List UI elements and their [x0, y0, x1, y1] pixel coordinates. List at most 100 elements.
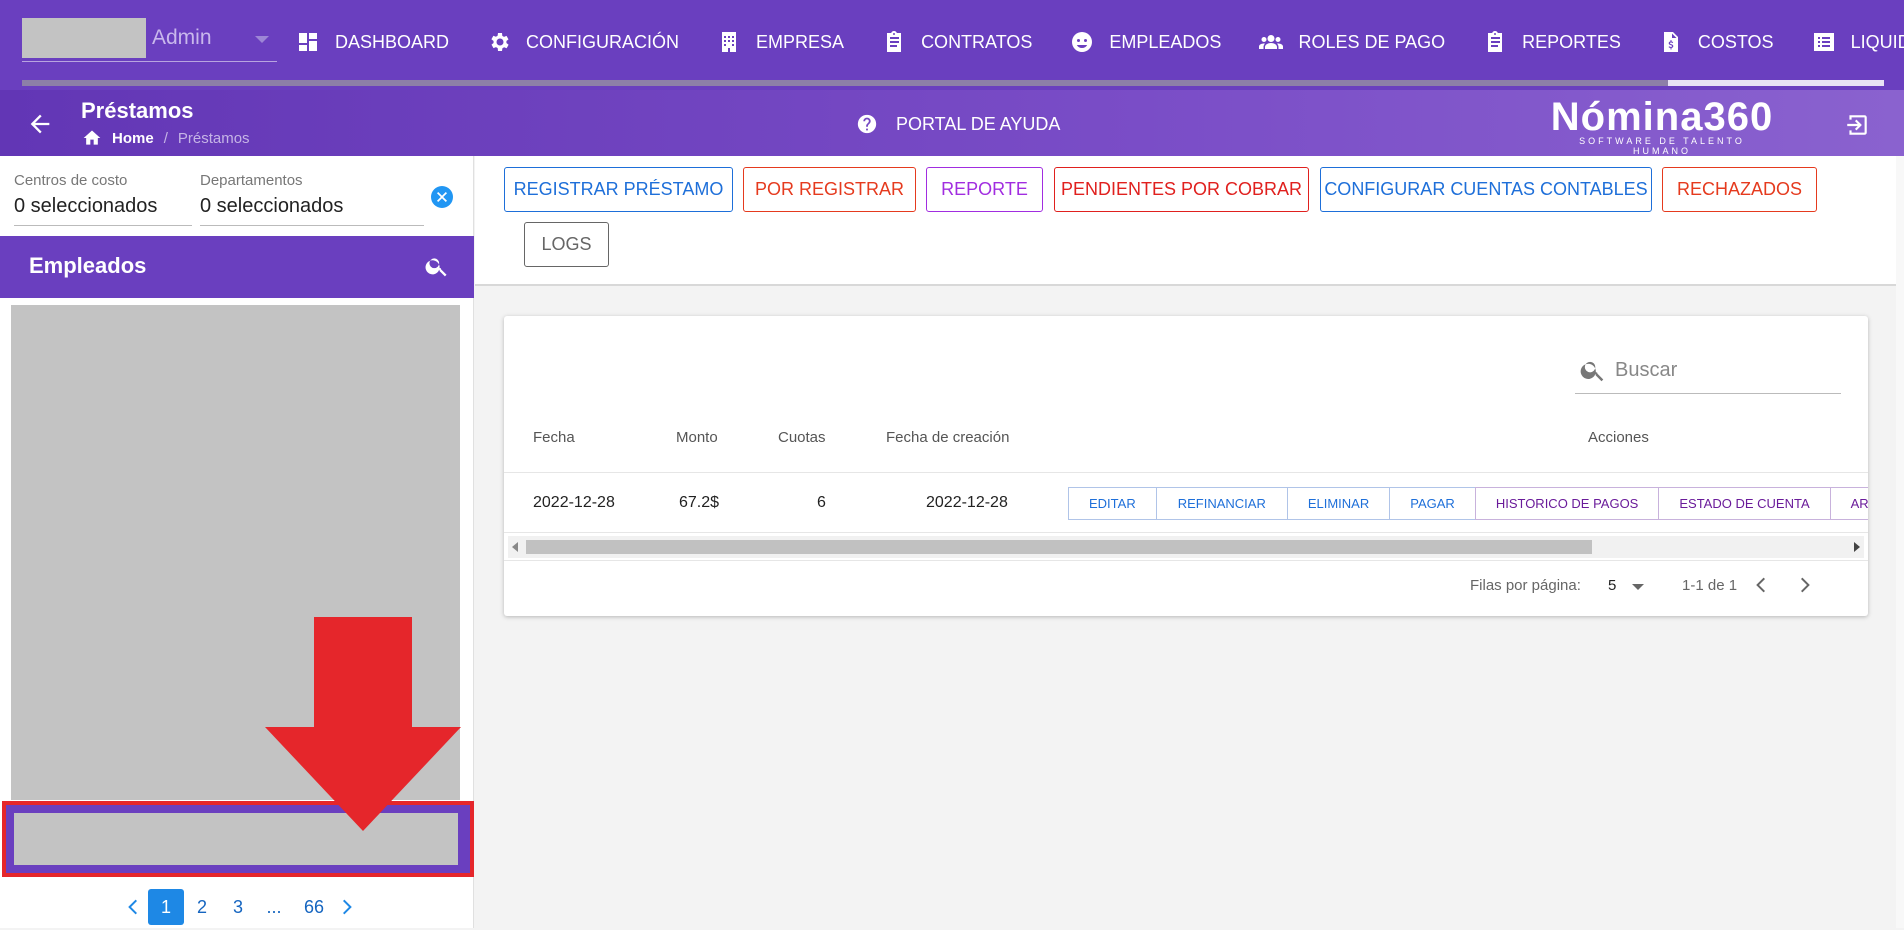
- rejected-button[interactable]: RECHAZADOS: [1662, 167, 1817, 212]
- back-button[interactable]: [26, 110, 54, 138]
- department-value: 0 seleccionados: [200, 195, 344, 217]
- breadcrumb-separator: /: [163, 129, 168, 147]
- logout-button[interactable]: [1844, 112, 1870, 138]
- table-prev-page-button[interactable]: [1748, 570, 1776, 600]
- cell-fecha: 2022-12-28: [533, 494, 615, 511]
- building-icon: [722, 32, 737, 52]
- department-label: Departamentos: [200, 172, 303, 189]
- help-circle-icon: [857, 114, 877, 134]
- breadcrumb-home[interactable]: Home: [112, 130, 154, 147]
- user-name: Admin: [152, 26, 212, 49]
- nav-item-roles-de-pago[interactable]: ROLES DE PAGO: [1259, 24, 1445, 60]
- cell-cuotas: 6: [817, 494, 826, 511]
- invoice-icon: [1663, 32, 1678, 52]
- scrollbar-thumb[interactable]: [526, 540, 1592, 554]
- column-header-cuotas[interactable]: Cuotas: [778, 429, 826, 446]
- cost-center-select[interactable]: Centros de costo 0 seleccionados: [14, 172, 192, 226]
- loans-table-card: Fecha Monto Cuotas Fecha de creación Acc…: [504, 316, 1868, 616]
- configure-accounts-button[interactable]: CONFIGURAR CUENTAS CONTABLES: [1320, 167, 1652, 212]
- row-actions: EDITAR REFINANCIAR ELIMINAR PAGAR HISTOR…: [1068, 487, 1868, 520]
- refinance-button[interactable]: REFINANCIAR: [1155, 487, 1288, 520]
- report-button[interactable]: REPORTE: [926, 167, 1043, 212]
- base-file-button[interactable]: ARCHIVO BASE: [1829, 487, 1868, 520]
- arrow-left-icon: [30, 114, 50, 134]
- page-title: Préstamos: [81, 98, 194, 123]
- department-underline: [200, 225, 424, 226]
- nav-item-liquidaciones[interactable]: LIQUIDACIONES: [1812, 24, 1904, 60]
- pagination-ellipsis: ...: [266, 897, 282, 917]
- pagination-prev-button[interactable]: [120, 889, 148, 925]
- breadcrumb-current: Préstamos: [177, 129, 250, 147]
- pointer-arrow-annotation: [265, 617, 461, 831]
- brand-tagline: SOFTWARE DE TALENTO HUMANO: [1579, 136, 1745, 156]
- chevron-down-icon: [255, 36, 269, 43]
- pagination-next-button[interactable]: [332, 889, 360, 925]
- payment-history-button[interactable]: HISTORICO DE PAGOS: [1474, 487, 1660, 520]
- chevron-left-icon: [1756, 577, 1765, 593]
- help-portal-label: PORTAL DE AYUDA: [896, 113, 1061, 134]
- nav-menu: DASHBOARD CONFIGURACIÓN EMPRESA CONTRATO…: [296, 24, 1904, 60]
- close-icon: [437, 192, 447, 202]
- pagination-page[interactable]: 1: [148, 889, 184, 925]
- account-statement-button[interactable]: ESTADO DE CUENTA: [1658, 487, 1831, 520]
- pagination-page[interactable]: 3: [220, 889, 256, 925]
- pagination-page[interactable]: 66: [296, 889, 332, 925]
- list-icon: [1813, 33, 1834, 51]
- department-select[interactable]: Departamentos 0 seleccionados: [200, 172, 424, 226]
- cell-monto: 67.2$: [679, 494, 720, 511]
- chevron-left-icon: [128, 899, 137, 915]
- chevron-down-icon[interactable]: [1632, 584, 1644, 590]
- delete-button[interactable]: ELIMINAR: [1286, 487, 1391, 520]
- nav-item-costos[interactable]: COSTOS: [1659, 24, 1774, 60]
- scroll-right-arrow[interactable]: [1854, 542, 1860, 552]
- user-menu[interactable]: Admin: [22, 16, 277, 62]
- cell-fecha-creacion: 2022-12-28: [926, 494, 1008, 511]
- chevron-right-icon: [1801, 577, 1810, 593]
- column-header-fecha-creacion[interactable]: Fecha de creación: [886, 429, 1009, 446]
- page-scrollbar[interactable]: [1896, 156, 1904, 928]
- brand-name: Nómina360: [1550, 95, 1774, 139]
- logs-button[interactable]: LOGS: [524, 222, 609, 267]
- nav-item-contratos[interactable]: CONTRATOS: [882, 24, 1032, 60]
- rows-per-page-select[interactable]: 5: [1608, 577, 1616, 594]
- pay-button[interactable]: PAGAR: [1389, 487, 1476, 520]
- nav-item-label: EMPLEADOS: [1109, 31, 1222, 52]
- row-divider: [504, 532, 1868, 533]
- page-header: Préstamos Home / Préstamos PORTAL DE AYU…: [0, 90, 1904, 156]
- pagination-range: 1-1 de 1: [1682, 577, 1738, 594]
- nav-item-configuracion[interactable]: CONFIGURACIÓN: [487, 24, 679, 60]
- nav-item-empleados[interactable]: EMPLEADOS: [1070, 24, 1221, 60]
- nav-item-label: EMPRESA: [756, 31, 845, 52]
- face-icon: [1072, 32, 1093, 52]
- edit-button[interactable]: EDITAR: [1068, 487, 1157, 520]
- brand-logo: Nómina360 SOFTWARE DE TALENTO HUMANO: [1548, 96, 1776, 156]
- nav-item-label: LIQUIDACIONES: [1850, 31, 1904, 52]
- nav-indicator: [22, 80, 1884, 86]
- scroll-left-arrow[interactable]: [512, 542, 518, 552]
- cost-center-value: 0 seleccionados: [14, 195, 158, 217]
- logout-icon: [1847, 115, 1867, 135]
- breadcrumb: Home / Préstamos: [82, 128, 250, 148]
- avatar: [22, 18, 146, 58]
- pending-register-button[interactable]: POR REGISTRAR: [743, 167, 916, 212]
- employee-search-button[interactable]: [424, 253, 450, 279]
- home-icon: [83, 130, 101, 145]
- table-search: [1575, 346, 1841, 394]
- clipboard-list-icon: [1488, 31, 1503, 52]
- employees-header: Empleados: [0, 236, 474, 298]
- help-portal-link[interactable]: PORTAL DE AYUDA: [856, 113, 1060, 135]
- column-header-fecha[interactable]: Fecha: [533, 429, 575, 446]
- employee-pagination: 1 2 3 ... 66: [120, 889, 360, 925]
- nav-item-dashboard[interactable]: DASHBOARD: [296, 24, 449, 60]
- clear-filters-button[interactable]: [431, 186, 453, 208]
- pagination-page[interactable]: 2: [184, 889, 220, 925]
- register-loan-button[interactable]: REGISTRAR PRÉSTAMO: [504, 167, 733, 212]
- column-header-acciones: Acciones: [1588, 429, 1649, 446]
- nav-item-reportes[interactable]: REPORTES: [1483, 24, 1621, 60]
- table-next-page-button[interactable]: [1790, 570, 1818, 600]
- pending-collection-button[interactable]: PENDIENTES POR COBRAR: [1054, 167, 1309, 212]
- nav-item-empresa[interactable]: EMPRESA: [717, 24, 844, 60]
- column-header-monto[interactable]: Monto: [676, 429, 718, 446]
- search-input[interactable]: [1615, 354, 1835, 386]
- horizontal-scrollbar[interactable]: [508, 536, 1864, 558]
